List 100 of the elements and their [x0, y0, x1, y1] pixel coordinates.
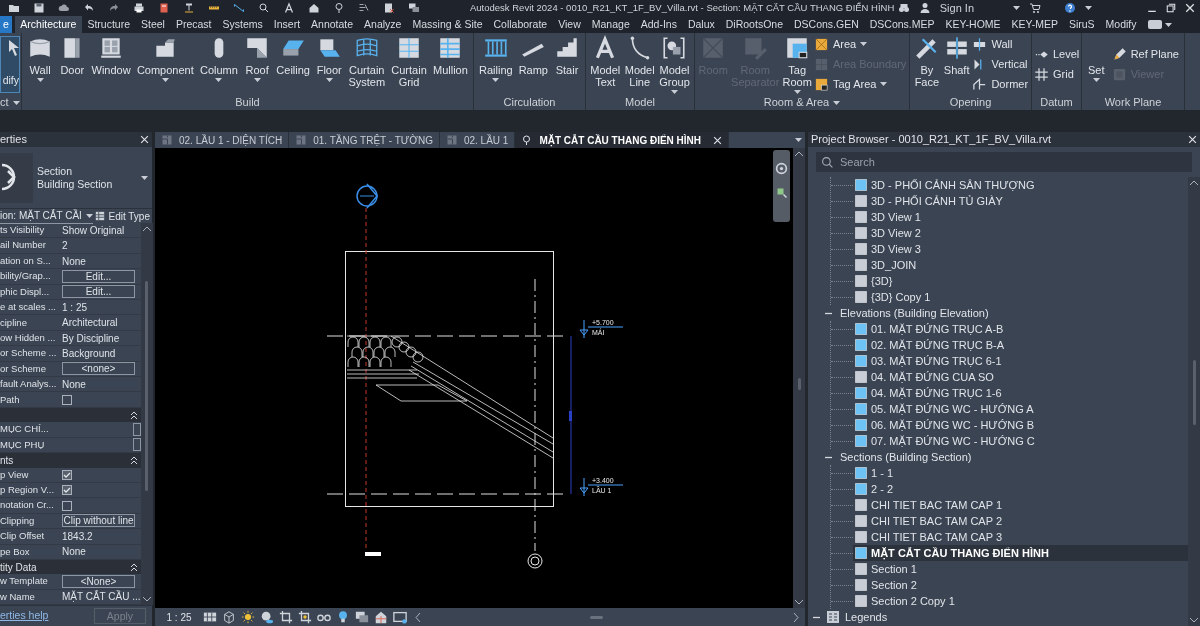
ribbon-tool-button[interactable]: Ceiling — [275, 33, 311, 76]
sheet-icon[interactable] — [158, 2, 170, 14]
value-button[interactable]: Edit... — [62, 285, 135, 299]
browser-item[interactable]: 3D View 1 — [853, 209, 1188, 225]
checkbox[interactable] — [62, 394, 72, 405]
ribbon-tool-button[interactable]: Model Text — [589, 33, 622, 88]
chevron-left-icon[interactable] — [415, 612, 421, 622]
browser-item[interactable]: 01. MẶT ĐỨNG TRỤC A-B — [853, 321, 1188, 337]
ribbon-tool-button[interactable]: Door — [58, 33, 87, 76]
sun-icon[interactable] — [241, 610, 255, 624]
ribbon-tool-button[interactable]: By Face — [912, 33, 941, 88]
ribbon-tool-button[interactable]: Set — [1087, 33, 1106, 82]
instance-dropdown[interactable]: ion: MẶT CẮT CẦI — [0, 208, 93, 224]
search-box[interactable]: Search — [816, 152, 1192, 172]
ribbon-tool-button[interactable]: Model Line — [623, 33, 656, 88]
letter-icon[interactable] — [283, 2, 295, 14]
ribbon-tab[interactable]: KEY-MEP — [1006, 16, 1064, 33]
ribbon-tab[interactable]: View — [552, 16, 587, 33]
ribbon-tool-button[interactable]: Window — [90, 33, 132, 76]
browser-item[interactable]: CHI TIET BAC TAM CAP 3 — [853, 529, 1188, 545]
ribbon-tool-button[interactable]: Component — [135, 33, 195, 82]
browser-item[interactable]: 02. MẶT ĐỨNG TRỤC B-A — [853, 337, 1188, 353]
ribbon-tab[interactable]: DSCons.MEP — [864, 16, 941, 33]
browser-item[interactable]: 1 - 1 — [853, 465, 1188, 481]
dimension-icon[interactable] — [233, 2, 245, 14]
house-icon[interactable] — [308, 2, 320, 14]
ribbon-tool-button[interactable]: Level — [1034, 44, 1080, 64]
ribbon-tool-button[interactable]: Shaft — [942, 33, 971, 76]
maximize-icon[interactable] — [1166, 3, 1176, 13]
ribbon-tab[interactable]: Structure — [81, 16, 136, 33]
ribbon-tab[interactable]: Architecture — [14, 16, 82, 33]
switch-windows-icon[interactable] — [408, 2, 420, 14]
cloud-icon[interactable] — [58, 2, 70, 14]
zoom-icon[interactable] — [775, 187, 788, 199]
collapse-icon[interactable] — [130, 563, 137, 571]
ribbon-tool-button[interactable]: Stair — [553, 33, 581, 76]
ribbon-tool-button[interactable]: Floor — [315, 33, 344, 82]
sphere-icon[interactable] — [260, 610, 274, 624]
search-field[interactable]: Search — [840, 154, 1187, 170]
ribbon-tool-button[interactable]: Ramp — [517, 33, 549, 76]
checkbox[interactable] — [62, 469, 72, 480]
ribbon-tool-button[interactable]: Tag Room — [781, 33, 813, 94]
scrollbar-thumb[interactable] — [145, 281, 149, 491]
value-button[interactable]: <None> — [62, 575, 135, 589]
printer-icon[interactable] — [133, 2, 145, 14]
ribbon-tab[interactable]: Annotate — [305, 16, 359, 33]
browser-item[interactable]: {3D} — [853, 273, 1188, 289]
browser-item[interactable]: CHI TIET BAC TAM CAP 2 — [853, 513, 1188, 529]
browser-item[interactable]: 3D View 3 — [853, 241, 1188, 257]
close-icon[interactable] — [140, 135, 149, 144]
input-field[interactable] — [132, 423, 141, 436]
marker-icon[interactable] — [333, 2, 345, 14]
browser-item[interactable]: Section 2 Copy 1 — [853, 593, 1188, 609]
ribbon-tool-button[interactable]: Wall — [26, 33, 55, 82]
crop-region-icon[interactable] — [298, 610, 312, 624]
ribbon-tool-button[interactable]: Column — [199, 33, 239, 82]
scrollbar-thumb[interactable] — [797, 378, 801, 390]
ribbon-tool-button[interactable]: Curtain Grid — [390, 33, 428, 88]
ribbon-tool-button[interactable]: Wall — [972, 34, 1029, 54]
chevron-right-icon[interactable] — [793, 612, 799, 622]
browser-item[interactable]: {3D} Copy 1 — [853, 289, 1188, 305]
ribbon-tab[interactable]: Insert — [268, 16, 306, 33]
close-windows-icon[interactable] — [383, 2, 395, 14]
help-icon[interactable] — [1064, 2, 1076, 14]
ribbon-tool-button[interactable]: Dormer — [972, 74, 1029, 94]
browser-item[interactable]: 2 - 2 — [853, 481, 1188, 497]
browser-group[interactable]: Sections (Building Section) — [808, 449, 972, 465]
ribbon-tool-button[interactable]: Tag Area — [814, 74, 907, 94]
ribbon-tab[interactable]: Massing & Site — [406, 16, 488, 33]
ribbon-tool-button[interactable]: Area — [814, 34, 907, 54]
help-link[interactable]: erties help — [0, 608, 49, 624]
toggle-icon[interactable] — [1148, 20, 1162, 29]
ribbon-tab[interactable]: Dalux — [682, 16, 721, 33]
ribbon-tab[interactable]: Manage — [586, 16, 636, 33]
modify-button[interactable]: dify — [0, 36, 20, 93]
ribbon-tab[interactable]: Modify — [1100, 16, 1142, 33]
value-button[interactable]: Clip without line — [62, 514, 135, 528]
folder-icon[interactable] — [8, 2, 20, 14]
browser-item[interactable]: CHI TIET BAC TAM CAP 1 — [853, 497, 1188, 513]
close-icon[interactable] — [1188, 135, 1197, 144]
ribbon-tab[interactable]: Add-Ins — [635, 16, 683, 33]
ribbon-tool-button[interactable]: Ref Plane — [1111, 44, 1179, 64]
magnifier-icon[interactable] — [258, 2, 270, 14]
browser-item[interactable]: 04. MẶT ĐỨNG CUA SO — [853, 369, 1188, 385]
value-button[interactable]: <none> — [62, 362, 135, 376]
cart-icon[interactable] — [1029, 2, 1041, 14]
browser-item[interactable]: 05. MẶT ĐỨNG WC - HƯỚNG A — [853, 401, 1188, 417]
cube-icon[interactable] — [222, 610, 236, 624]
ribbon-tool-button[interactable]: Model Group — [658, 33, 691, 94]
house-grid-icon[interactable] — [374, 610, 388, 624]
value-button[interactable]: Edit... — [62, 269, 135, 283]
browser-item[interactable]: Section 2 — [853, 577, 1188, 593]
input-field[interactable] — [132, 438, 141, 452]
ribbon-tool-button[interactable]: Roof — [243, 33, 272, 82]
ribbon-tool-button[interactable]: Curtain System — [347, 33, 387, 88]
collapse-icon[interactable] — [130, 411, 137, 419]
browser-group[interactable]: Legends — [808, 609, 1188, 625]
scrollbar-thumb[interactable] — [590, 615, 603, 619]
ribbon-tab[interactable]: Steel — [135, 16, 171, 33]
browser-item[interactable]: 3D View 2 — [853, 225, 1188, 241]
